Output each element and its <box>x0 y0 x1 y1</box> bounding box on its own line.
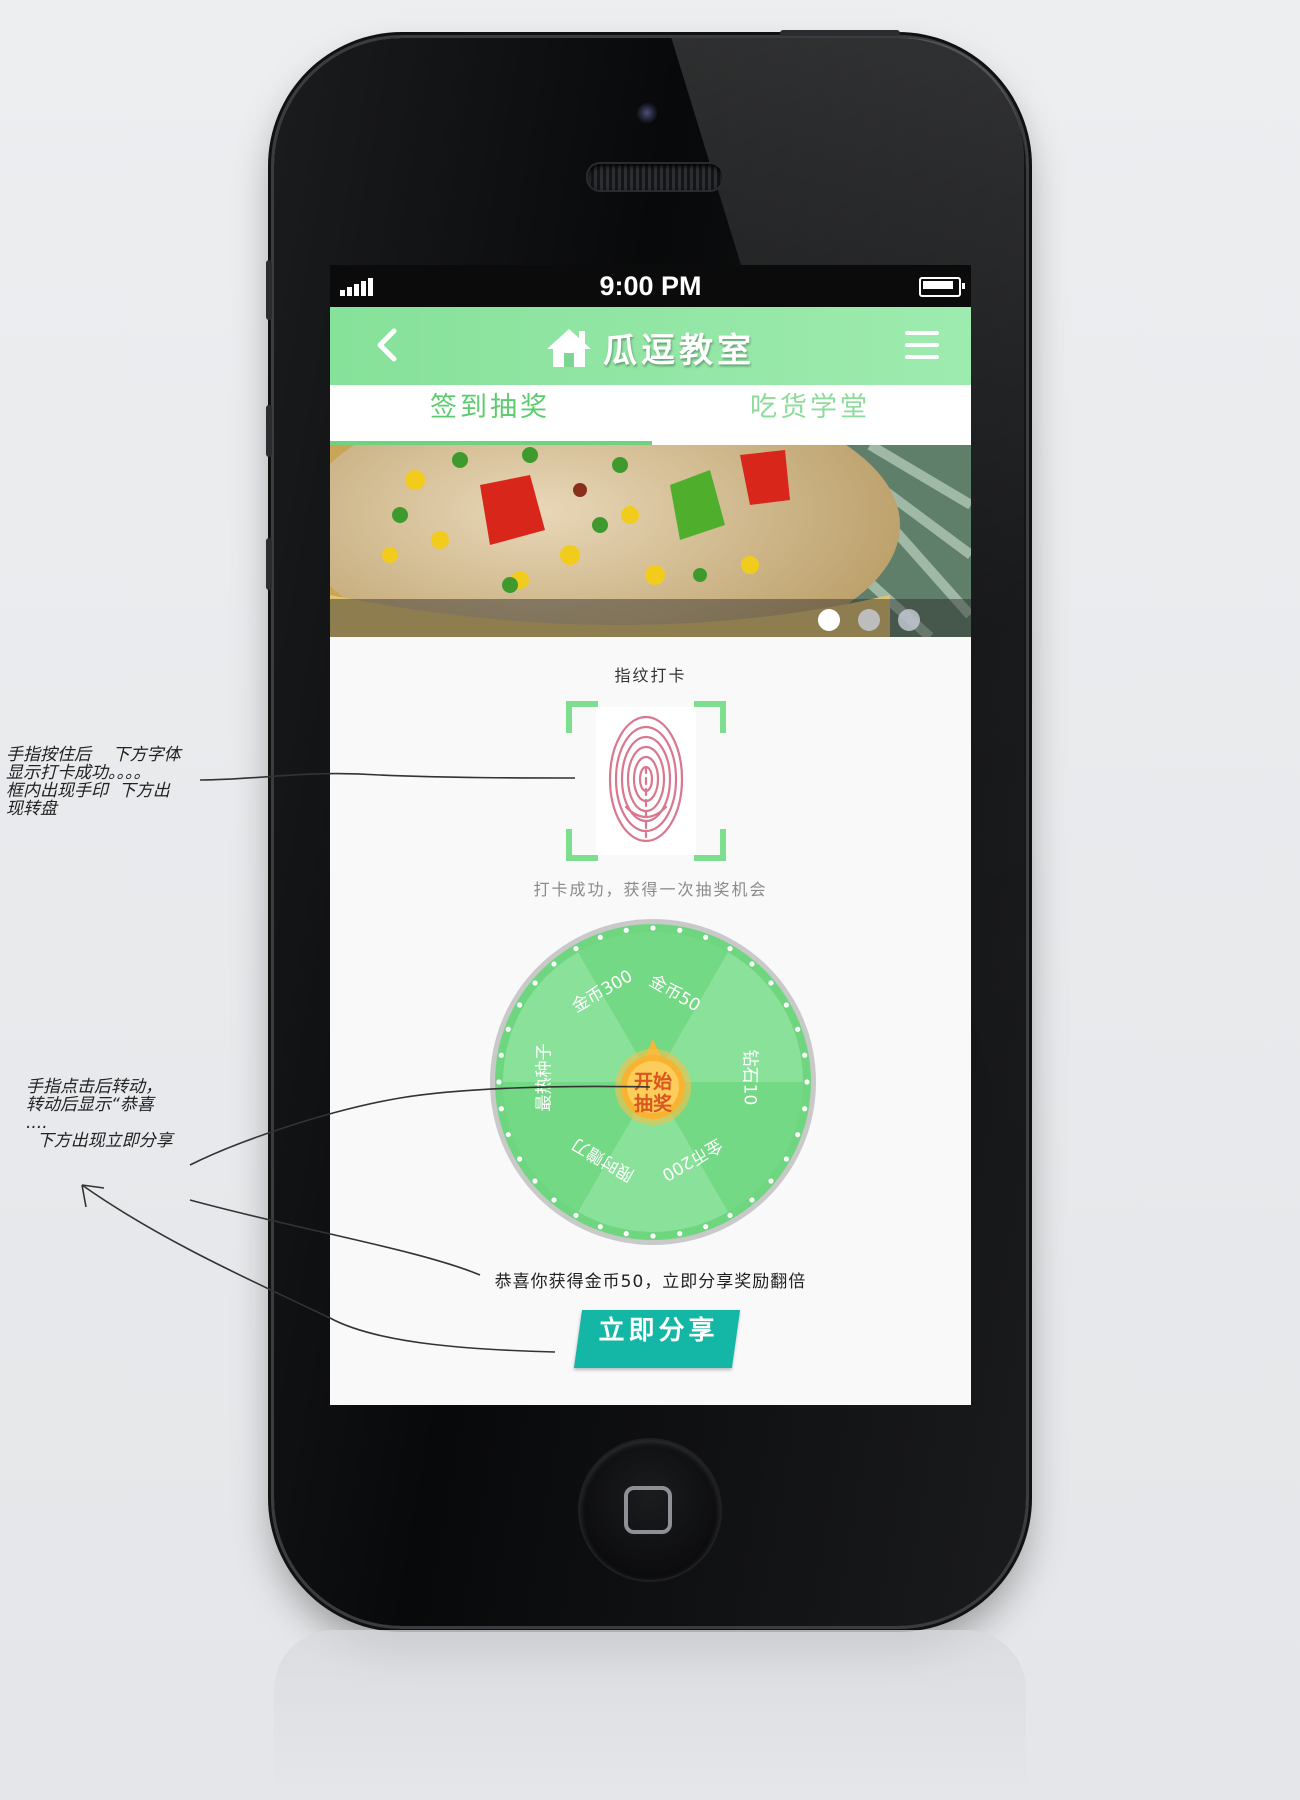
wheel-rim-dot <box>532 1178 538 1184</box>
wheel-rim-dot <box>623 927 629 933</box>
wheel-rim-dot <box>505 1026 511 1032</box>
fingerprint-area-bg <box>596 707 696 855</box>
banner-carousel[interactable] <box>330 445 971 637</box>
wheel-rim-dot <box>505 1132 511 1138</box>
wheel-rim-dot <box>551 1197 557 1203</box>
start-label: 开始 抽奖 <box>608 1071 698 1115</box>
house-icon <box>547 329 591 367</box>
fingerprint-scan-area[interactable] <box>566 701 726 861</box>
back-arrow-icon[interactable] <box>368 325 408 365</box>
tab-foodie-school[interactable]: 吃货学堂 <box>650 385 970 445</box>
wheel-rim-dot <box>551 961 557 967</box>
wheel-rim-dot <box>498 1106 504 1112</box>
carousel-dot-3[interactable] <box>898 609 920 631</box>
prize-hot-seed: 最热种子 <box>534 1043 555 1112</box>
prize-diamond-10: 钻石10 <box>739 1049 760 1106</box>
tab-bar: 签到抽奖 吃货学堂 <box>330 385 971 445</box>
front-camera <box>637 103 659 125</box>
annotation-wheel: 手指点击后转动， 转动后显示“恭喜 .... 下方出现立即分享 <box>26 1077 173 1151</box>
share-now-label: 立即分享 <box>598 1316 719 1346</box>
wheel-rim-dot <box>768 980 774 986</box>
wheel-rim-dot <box>517 1002 523 1008</box>
volume-up-button <box>266 405 272 457</box>
wheel-rim-dot <box>783 1156 789 1162</box>
share-now-button[interactable]: 立即分享 <box>573 1310 741 1368</box>
start-label-line-1: 开始 <box>633 1071 672 1093</box>
home-button-icon <box>624 1486 672 1534</box>
wheel-rim-dot <box>573 946 579 952</box>
nav-bar: 瓜逗教室 <box>330 307 971 385</box>
wheel-rim-dot <box>597 1224 603 1230</box>
volume-down-button <box>266 538 272 590</box>
wheel-rim-dot <box>703 1224 709 1230</box>
status-bar: 9:00 PM <box>330 265 971 307</box>
app-screen: 9:00 PM 瓜逗教室 签到抽奖 吃货学堂 指纹打卡 打卡成功，获得一次抽奖机… <box>330 265 971 1405</box>
wheel-rim-dot <box>532 980 538 986</box>
power-button <box>780 30 900 36</box>
wheel-rim-dot <box>677 927 683 933</box>
wheel-rim-dot <box>727 1212 733 1218</box>
carousel-dot-2[interactable] <box>858 609 880 631</box>
wheel-rim-dot <box>650 1233 656 1239</box>
brand: 瓜逗教室 <box>545 319 755 375</box>
wheel-rim-dot <box>768 1178 774 1184</box>
phone-reflection <box>274 1630 1026 1800</box>
start-lottery-button[interactable]: 开始 抽奖 <box>608 1037 698 1127</box>
wheel-rim-dot <box>795 1026 801 1032</box>
wheel-rim-dot <box>795 1132 801 1138</box>
wheel-rim-dot <box>517 1156 523 1162</box>
wheel-rim-dot <box>597 934 603 940</box>
menu-icon[interactable] <box>905 331 939 361</box>
annotation-fingerprint: 手指按住后 下方字体 显示打卡成功。。。。 框内出现手印 下方出 现转盘 <box>6 745 181 819</box>
wheel-rim-dot <box>496 1079 502 1085</box>
wheel-rim-dot <box>802 1106 808 1112</box>
battery-icon <box>919 277 965 297</box>
checkin-title: 指纹打卡 <box>614 666 687 685</box>
tab-checkin-lottery[interactable]: 签到抽奖 <box>330 385 650 445</box>
app-title: 瓜逗教室 <box>603 330 755 371</box>
wheel-rim-dot <box>802 1052 808 1058</box>
wheel-rim-dot <box>749 1197 755 1203</box>
wheel-rim-dot <box>703 934 709 940</box>
carousel-dot-1[interactable] <box>818 609 840 631</box>
wheel-rim-dot <box>804 1079 810 1085</box>
wheel-rim-dot <box>650 925 656 931</box>
start-label-line-2: 抽奖 <box>633 1093 672 1115</box>
wheel-rim-dot <box>677 1231 683 1237</box>
wheel-rim-dot <box>498 1052 504 1058</box>
fingerprint-icon <box>608 715 684 843</box>
checkin-status-text: 打卡成功，获得一次抽奖机会 <box>533 880 768 899</box>
mute-switch <box>266 260 272 320</box>
wheel-rim-dot <box>623 1231 629 1237</box>
wheel-rim-dot <box>783 1002 789 1008</box>
status-time: 9:00 PM <box>599 271 702 301</box>
wheel-rim-dot <box>573 1212 579 1218</box>
congrats-message: 恭喜你获得金币50，立即分享奖励翻倍 <box>494 1272 807 1292</box>
wheel-rim-dot <box>749 961 755 967</box>
wheel-rim-dot <box>727 946 733 952</box>
earpiece-speaker <box>586 162 724 192</box>
